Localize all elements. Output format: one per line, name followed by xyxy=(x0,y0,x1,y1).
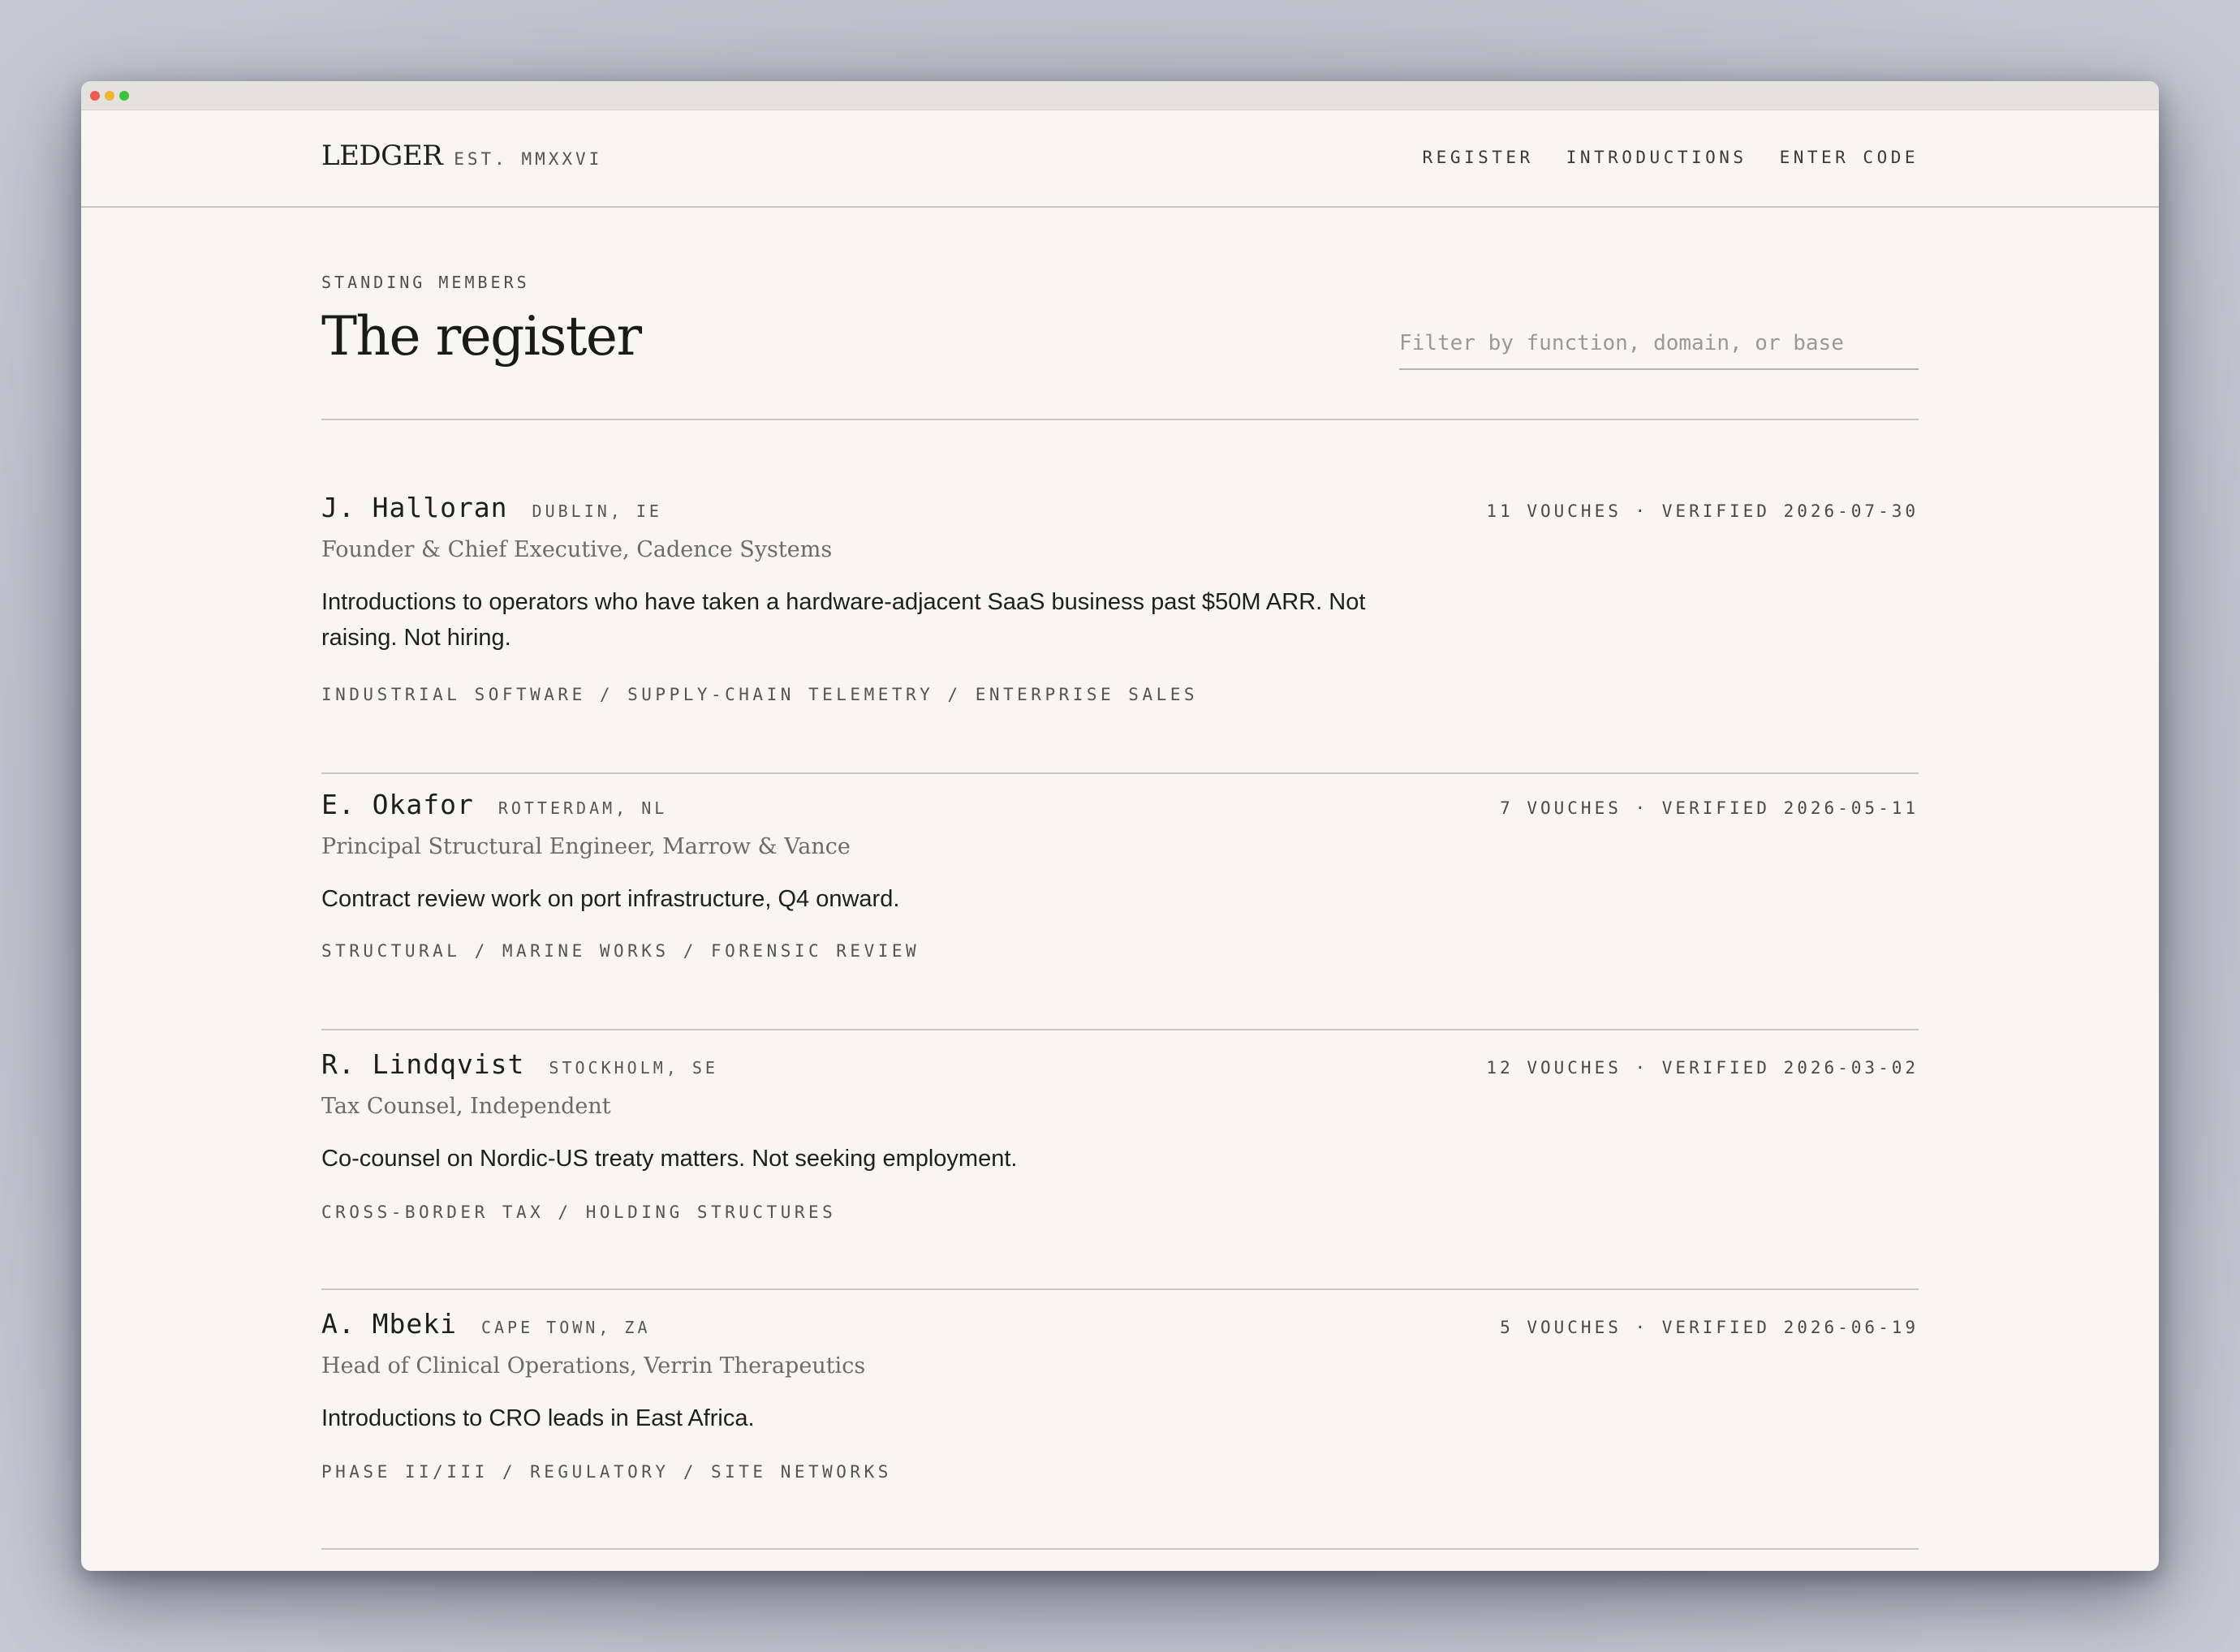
member-tags: PHASE II/III / REGULATORY / SITE NETWORK… xyxy=(321,1462,892,1482)
member-tags: CROSS-BORDER TAX / HOLDING STRUCTURES xyxy=(321,1202,837,1222)
member-name-row: R. Lindqvist STOCKHOLM, SE xyxy=(321,1048,718,1080)
member-tags: STRUCTURAL / MARINE WORKS / FORENSIC REV… xyxy=(321,941,920,961)
member-role: Head of Clinical Operations, Verrin Ther… xyxy=(321,1353,866,1379)
member-name: R. Lindqvist xyxy=(321,1048,525,1080)
member-name-row: A. Mbeki CAPE TOWN, ZA xyxy=(321,1308,651,1340)
header-divider xyxy=(321,419,1919,420)
brand-name[interactable]: LEDGER xyxy=(321,140,443,172)
member-vouches-verified: 12 VOUCHES · VERIFIED 2026-03-02 xyxy=(1486,1058,1919,1078)
member-name-row: J. Halloran DUBLIN, IE xyxy=(321,492,662,523)
member-role: Tax Counsel, Independent xyxy=(321,1094,611,1119)
nav-introductions-link[interactable]: INTRODUCTIONS xyxy=(1566,148,1747,167)
member-note: Introductions to operators who have take… xyxy=(321,589,1366,651)
filter-input[interactable] xyxy=(1399,318,1919,370)
site-header: LEDGER EST. MMXXVI REGISTER INTRODUCTION… xyxy=(81,110,2159,208)
brand[interactable]: LEDGER EST. MMXXVI xyxy=(321,140,602,172)
member-entry[interactable]: E. Okafor ROTTERDAM, NL 7 VOUCHES · VERIF… xyxy=(321,789,1919,1030)
member-note: Introductions to CRO leads in East Afric… xyxy=(321,1405,755,1431)
browser-window: LEDGER EST. MMXXVI REGISTER INTRODUCTION… xyxy=(81,81,2159,1571)
nav-register-link[interactable]: REGISTER xyxy=(1423,148,1534,167)
member-city: ROTTERDAM, NL xyxy=(498,798,668,818)
brand-established: EST. MMXXVI xyxy=(454,149,603,169)
member-note: Contract review work on port infrastruct… xyxy=(321,886,900,912)
close-window-button[interactable] xyxy=(90,91,100,101)
member-tags: INDUSTRIAL SOFTWARE / SUPPLY-CHAIN TELEM… xyxy=(321,685,1199,704)
member-name: J. Halloran xyxy=(321,492,508,523)
nav-enter-code-link[interactable]: ENTER CODE xyxy=(1780,148,1919,167)
member-entry[interactable]: R. Lindqvist STOCKHOLM, SE 12 VOUCHES · V… xyxy=(321,1048,1919,1290)
member-city: STOCKHOLM, SE xyxy=(549,1058,718,1078)
member-city: CAPE TOWN, ZA xyxy=(480,1318,651,1337)
page-title: The register xyxy=(321,305,642,368)
member-entry[interactable]: A. Mbeki CAPE TOWN, ZA 5 VOUCHES · VERIFI… xyxy=(321,1308,1919,1550)
member-name-row: E. Okafor ROTTERDAM, NL xyxy=(321,789,667,820)
member-name: E. Okafor xyxy=(321,789,474,820)
minimize-window-button[interactable] xyxy=(105,91,114,101)
member-city: DUBLIN, IE xyxy=(532,501,662,521)
member-entry[interactable]: J. Halloran DUBLIN, IE 11 VOUCHES · VERIF… xyxy=(321,492,1919,774)
section-eyebrow: STANDING MEMBERS xyxy=(321,273,530,292)
member-vouches-verified: 7 VOUCHES · VERIFIED 2026-05-11 xyxy=(1500,798,1919,818)
main-nav: REGISTER INTRODUCTIONS ENTER CODE xyxy=(1423,148,1919,167)
member-vouches-verified: 5 VOUCHES · VERIFIED 2026-06-19 xyxy=(1500,1318,1919,1337)
member-name: A. Mbeki xyxy=(321,1308,457,1340)
member-vouches-verified: 11 VOUCHES · VERIFIED 2026-07-30 xyxy=(1486,501,1919,521)
window-titlebar xyxy=(81,81,2159,110)
member-role: Founder & Chief Executive, Cadence Syste… xyxy=(321,537,833,562)
member-role: Principal Structural Engineer, Marrow & … xyxy=(321,834,851,859)
member-note: Co-counsel on Nordic-US treaty matters. … xyxy=(321,1146,1018,1172)
maximize-window-button[interactable] xyxy=(119,91,129,101)
